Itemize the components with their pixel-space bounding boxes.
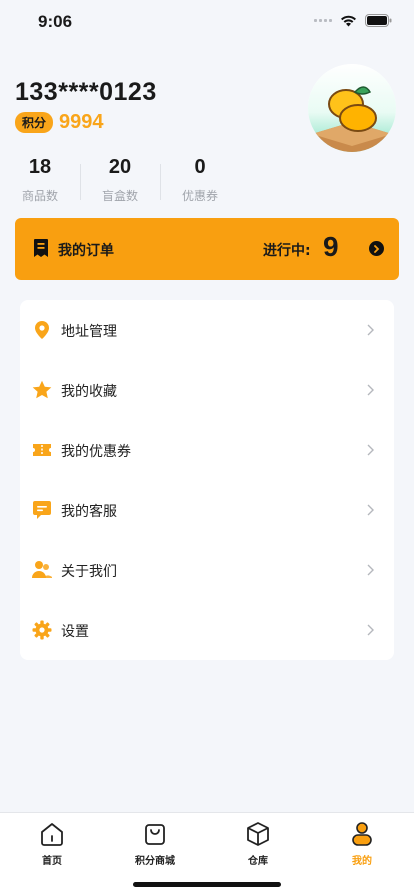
mango-avatar-image (308, 64, 396, 152)
cellular-signal-icon (314, 19, 332, 22)
order-progress-count: 9 (323, 231, 339, 262)
stat-blind-boxes[interactable]: 20 盲盒数 (80, 156, 160, 204)
ticket-icon (33, 444, 51, 456)
chevron-right-circle-icon[interactable] (369, 241, 384, 256)
tab-warehouse[interactable]: 仓库 (218, 821, 298, 867)
points-row: 积分 9994 (15, 111, 157, 134)
chevron-right-icon (367, 324, 374, 336)
menu-label: 关于我们 (61, 564, 117, 580)
battery-icon (365, 14, 392, 27)
tab-label: 首页 (42, 856, 62, 867)
tab-label: 积分商城 (135, 856, 175, 867)
stat-value: 18 (28, 156, 52, 178)
username: 133****0123 (15, 78, 157, 106)
chevron-right-icon (367, 384, 374, 396)
shopping-bag-icon (145, 824, 165, 845)
stat-coupons[interactable]: 0 优惠券 (160, 156, 240, 204)
my-orders-card[interactable]: 我的订单 进行中: 9 (15, 218, 399, 280)
status-time: 9:06 (38, 12, 73, 31)
menu-item-favorites[interactable]: 我的收藏 (20, 360, 394, 420)
tab-points-mall[interactable]: 积分商城 (115, 821, 195, 867)
chevron-right-icon (367, 444, 374, 456)
menu-item-address[interactable]: 地址管理 (20, 300, 394, 360)
home-indicator (133, 882, 281, 887)
status-bar: 9:06 (0, 0, 414, 46)
tab-label: 仓库 (248, 856, 268, 867)
tab-label: 我的 (352, 856, 372, 867)
stat-label: 商品数 (21, 189, 58, 203)
receipt-icon (34, 239, 48, 257)
tab-home[interactable]: 首页 (12, 821, 92, 867)
chat-icon (33, 501, 51, 519)
chevron-right-icon (367, 504, 374, 516)
stat-products[interactable]: 18 商品数 (0, 156, 80, 204)
menu-label: 我的客服 (61, 504, 117, 520)
wifi-icon (341, 15, 356, 26)
stat-value: 20 (108, 156, 132, 178)
menu-item-coupons[interactable]: 我的优惠券 (20, 420, 394, 480)
users-icon (32, 561, 52, 578)
menu-label: 我的优惠券 (61, 444, 131, 460)
stat-value: 0 (194, 156, 206, 178)
stat-label: 优惠券 (181, 189, 218, 203)
location-pin-icon (35, 321, 49, 339)
menu-label: 地址管理 (61, 324, 117, 340)
profile-header: 133****0123 积分 9994 (15, 78, 157, 134)
avatar[interactable] (308, 64, 396, 152)
person-icon (352, 822, 372, 846)
tab-me[interactable]: 我的 (322, 821, 402, 867)
home-icon (41, 823, 63, 846)
box-icon (247, 822, 269, 846)
menu-item-customer-service[interactable]: 我的客服 (20, 480, 394, 540)
status-icons (314, 14, 392, 27)
gear-icon (32, 620, 52, 640)
order-progress-label: 进行中: (263, 243, 311, 259)
stat-label: 盲盒数 (101, 189, 138, 203)
menu-label: 设置 (61, 624, 89, 640)
points-badge: 积分 (15, 112, 54, 133)
order-title: 我的订单 (58, 243, 114, 259)
chevron-right-icon (367, 624, 374, 636)
chevron-right-icon (367, 564, 374, 576)
star-icon (32, 380, 52, 399)
menu-item-about-us[interactable]: 关于我们 (20, 540, 394, 600)
points-value: 9994 (59, 111, 104, 133)
settings-menu: 地址管理 我的收藏 我的优惠券 我的客服 关于我们 设置 (20, 300, 394, 660)
menu-item-settings[interactable]: 设置 (20, 600, 394, 660)
stats-row: 18 商品数 20 盲盒数 0 优惠券 (0, 156, 240, 212)
menu-label: 我的收藏 (61, 384, 117, 400)
